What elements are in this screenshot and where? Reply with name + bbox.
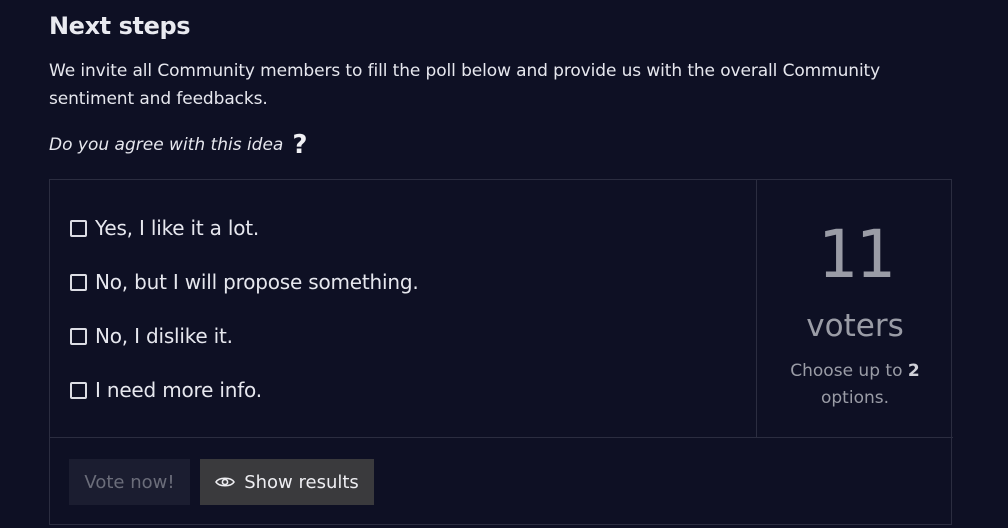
checkbox-icon[interactable]	[70, 381, 87, 399]
poll-option-more-info[interactable]: I need more info.	[70, 378, 262, 402]
poll-footer: Vote now! Show results	[50, 437, 953, 527]
checkbox-icon[interactable]	[70, 219, 87, 237]
eye-icon	[215, 477, 236, 487]
voters-label: voters	[806, 308, 904, 344]
poll-option-dislike[interactable]: No, I dislike it.	[70, 324, 233, 348]
question-mark-icon: ?	[292, 130, 308, 160]
intro-text: We invite all Community members to fill …	[49, 61, 881, 109]
choose-max: 2	[907, 361, 920, 381]
vote-now-button[interactable]: Vote now!	[69, 459, 190, 505]
checkbox-icon[interactable]	[70, 327, 87, 345]
poll-option-label: No, but I will propose something.	[95, 270, 419, 294]
choose-prefix: Choose up to	[790, 361, 903, 381]
poll-option-yes[interactable]: Yes, I like it a lot.	[70, 216, 259, 240]
poll-option-propose[interactable]: No, but I will propose something.	[70, 270, 419, 294]
choose-suffix: options.	[820, 388, 890, 408]
section-title: Next steps	[49, 12, 191, 40]
poll-options: Yes, I like it a lot. No, but I will pro…	[50, 180, 757, 437]
poll-question-text: Do you agree with this idea	[49, 135, 284, 155]
poll-option-label: Yes, I like it a lot.	[95, 216, 260, 240]
checkbox-icon[interactable]	[70, 273, 87, 291]
poll-question: Do you agree with this idea ?	[49, 130, 307, 160]
poll-option-label: No, I dislike it.	[95, 324, 233, 348]
vote-now-label: Vote now!	[84, 471, 175, 493]
choose-limit-text: Choose up to 2 options.	[771, 358, 939, 412]
show-results-button[interactable]: Show results	[200, 459, 374, 505]
poll-box: Yes, I like it a lot. No, but I will pro…	[49, 179, 953, 527]
voter-count: 11	[817, 216, 894, 293]
show-results-label: Show results	[244, 471, 359, 493]
poll-option-label: I need more info.	[95, 378, 262, 402]
poll-info: 11 voters Choose up to 2 options.	[757, 180, 953, 437]
